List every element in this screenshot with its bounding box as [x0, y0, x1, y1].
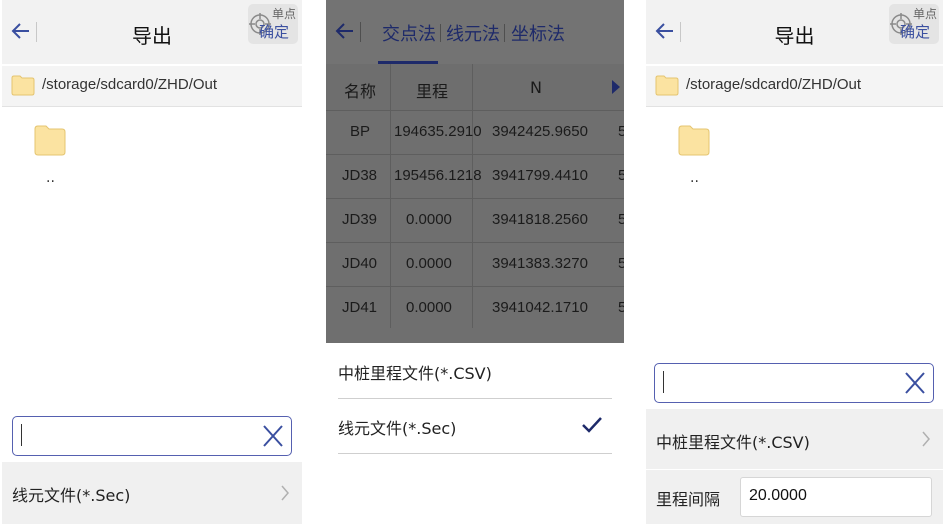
cell-n: 3941383.3270 — [492, 255, 588, 272]
table-header: 名称 里程 N — [326, 64, 624, 110]
confirm-label: 确定 — [259, 23, 290, 41]
file-format-label: 线元文件(*.Sec) — [12, 486, 131, 505]
parent-directory[interactable]: .. — [690, 170, 699, 186]
header: 导出 确定 单点 — [2, 0, 302, 64]
table-row[interactable]: BP 194635.2910 3942425.9650 5 — [326, 110, 624, 154]
divider — [360, 22, 361, 42]
single-point-badge: 单点 — [912, 7, 937, 21]
column-mileage: 里程 — [416, 82, 449, 101]
close-icon[interactable] — [903, 370, 927, 396]
cell-name: JD38 — [342, 167, 378, 184]
cell-mileage: 0.0000 — [406, 211, 452, 228]
folder-icon — [11, 75, 35, 96]
text-caret — [663, 371, 664, 393]
format-option-csv[interactable]: 中桩里程文件(*.CSV) — [338, 344, 612, 399]
cell-name: JD40 — [342, 255, 378, 272]
dimmed-background: 交点法 线元法 坐标法 名称 里程 N BP 194635.2910 39424… — [326, 0, 624, 343]
export-panel-sec: 导出 确定 单点 /storage/sdcard0/ZHD/Out .. 线元文… — [2, 0, 302, 524]
tab-divider — [440, 24, 441, 42]
column-name: 名称 — [344, 82, 377, 101]
chevron-right-icon — [281, 485, 289, 501]
triangle-right-icon[interactable] — [612, 80, 620, 94]
current-path: /storage/sdcard0/ZHD/Out — [42, 76, 218, 93]
option-label: 线元文件(*.Sec) — [338, 419, 457, 438]
cell-e: 5 — [618, 255, 624, 272]
format-picker-panel: 交点法 线元法 坐标法 名称 里程 N BP 194635.2910 39424… — [326, 0, 624, 524]
option-label: 中桩里程文件(*.CSV) — [338, 364, 492, 383]
file-format-label: 中桩里程文件(*.CSV) — [656, 433, 810, 452]
cell-name: JD39 — [342, 211, 378, 228]
cell-mileage: 0.0000 — [406, 299, 452, 316]
text-caret — [21, 424, 22, 446]
path-bar: /storage/sdcard0/ZHD/Out — [646, 66, 943, 107]
current-path: /storage/sdcard0/ZHD/Out — [686, 76, 862, 93]
folder-icon — [655, 75, 679, 96]
chevron-right-icon — [922, 431, 930, 447]
folder-icon[interactable] — [34, 124, 66, 156]
cell-e: 5 — [618, 123, 624, 140]
cell-mileage: 195456.1218 — [394, 167, 482, 184]
tab-intersection-method[interactable]: 交点法 — [382, 20, 436, 46]
cell-n: 3941818.2560 — [492, 211, 588, 228]
cell-name: JD41 — [342, 299, 378, 316]
cell-e: 5 — [618, 299, 624, 316]
confirm-label: 确定 — [900, 23, 931, 41]
parent-directory[interactable]: .. — [46, 170, 55, 186]
checkmark-icon — [582, 417, 602, 433]
export-panel-csv: 导出 确定 单点 /storage/sdcard0/ZHD/Out .. 中桩里… — [646, 0, 943, 524]
column-n: N — [530, 78, 542, 97]
file-format-row[interactable]: 线元文件(*.Sec) — [2, 462, 302, 524]
single-point-badge: 单点 — [271, 7, 296, 21]
table-row[interactable]: JD40 0.0000 3941383.3270 5 — [326, 242, 624, 286]
filename-input[interactable] — [12, 416, 292, 456]
filename-input[interactable] — [654, 363, 934, 403]
confirm-button[interactable]: 确定 单点 — [248, 4, 298, 44]
tab-bar: 交点法 线元法 坐标法 — [326, 0, 624, 64]
cell-e: 5 — [618, 167, 624, 184]
mileage-interval-input[interactable]: 20.0000 — [740, 477, 932, 517]
cell-n: 3941042.1710 — [492, 299, 588, 316]
path-bar: /storage/sdcard0/ZHD/Out — [2, 66, 302, 107]
cell-mileage: 0.0000 — [406, 255, 452, 272]
mileage-interval-row: 里程间隔 20.0000 — [646, 470, 943, 524]
cell-name: BP — [350, 123, 371, 140]
tab-element-method[interactable]: 线元法 — [446, 20, 500, 46]
file-format-row[interactable]: 中桩里程文件(*.CSV) — [646, 409, 943, 469]
confirm-button[interactable]: 确定 单点 — [889, 4, 939, 44]
close-icon[interactable] — [261, 423, 285, 449]
folder-icon[interactable] — [678, 124, 710, 156]
format-option-sec[interactable]: 线元文件(*.Sec) — [338, 399, 612, 454]
cell-e: 5 — [618, 211, 624, 228]
header: 导出 确定 单点 — [646, 0, 943, 64]
cell-mileage: 194635.2910 — [394, 123, 482, 140]
table-row[interactable]: JD38 195456.1218 3941799.4410 5 — [326, 154, 624, 198]
tab-divider — [504, 24, 505, 42]
cell-n: 3941799.4410 — [492, 167, 588, 184]
arrow-left-icon[interactable] — [334, 20, 358, 44]
table-row[interactable]: JD41 0.0000 3941042.1710 5 — [326, 286, 624, 330]
tab-coordinate-method[interactable]: 坐标法 — [511, 20, 565, 46]
mileage-interval-value: 20.0000 — [749, 487, 807, 504]
table-row[interactable]: JD39 0.0000 3941818.2560 5 — [326, 198, 624, 242]
mileage-interval-label: 里程间隔 — [656, 490, 721, 509]
cell-n: 3942425.9650 — [492, 123, 588, 140]
